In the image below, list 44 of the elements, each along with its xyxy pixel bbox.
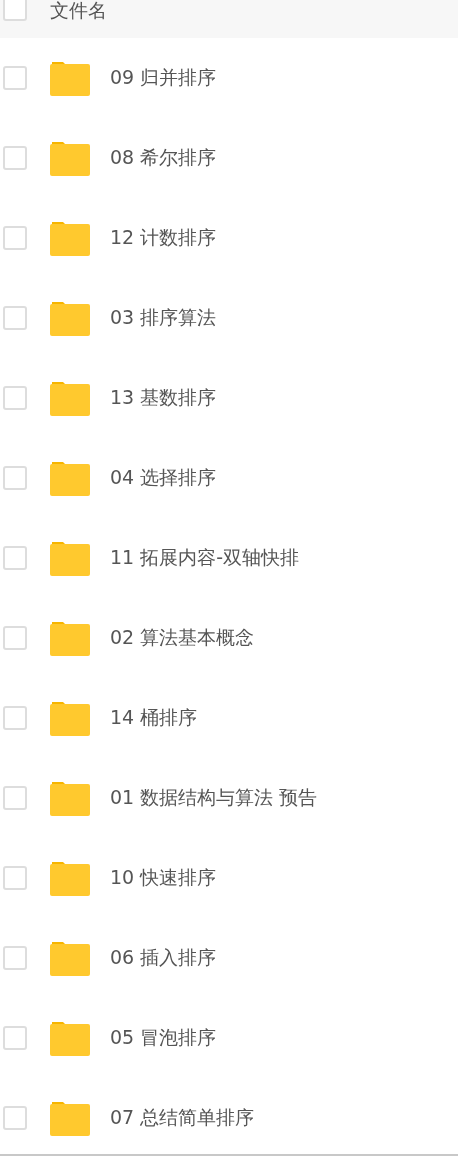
row-checkbox[interactable]	[3, 626, 27, 650]
folder-name[interactable]: 13 基数排序	[110, 385, 217, 411]
folder-icon	[50, 940, 90, 976]
folder-name[interactable]: 09 归并排序	[110, 65, 217, 91]
folder-name[interactable]: 01 数据结构与算法 预告	[110, 785, 318, 811]
folder-icon	[50, 300, 90, 336]
row-checkbox[interactable]	[3, 146, 27, 170]
folder-name[interactable]: 08 希尔排序	[110, 145, 217, 171]
folder-icon	[50, 620, 90, 656]
column-heading: 文件名	[50, 0, 107, 22]
folder-icon	[50, 1020, 90, 1056]
folder-icon	[50, 1100, 90, 1136]
row-checkbox[interactable]	[3, 546, 27, 570]
folder-name[interactable]: 14 桶排序	[110, 705, 198, 731]
folder-name[interactable]: 11 拓展内容-双轴快排	[110, 545, 300, 571]
folder-name[interactable]: 06 插入排序	[110, 945, 217, 971]
row-checkbox[interactable]	[3, 866, 27, 890]
row-checkbox[interactable]	[3, 1106, 27, 1130]
folder-icon	[50, 540, 90, 576]
folder-name[interactable]: 07 总结简单排序	[110, 1105, 255, 1131]
row-checkbox[interactable]	[3, 786, 27, 810]
row-checkbox[interactable]	[3, 946, 27, 970]
row-checkbox[interactable]	[3, 386, 27, 410]
folder-name[interactable]: 02 算法基本概念	[110, 625, 255, 651]
folder-icon	[50, 380, 90, 416]
folder-icon	[50, 220, 90, 256]
folder-name[interactable]: 12 计数排序	[110, 225, 217, 251]
row-checkbox[interactable]	[3, 1026, 27, 1050]
row-checkbox[interactable]	[3, 66, 27, 90]
folder-icon	[50, 700, 90, 736]
row-checkbox[interactable]	[3, 706, 27, 730]
row-checkbox[interactable]	[3, 306, 27, 330]
folder-name[interactable]: 10 快速排序	[110, 865, 217, 891]
folder-icon	[50, 780, 90, 816]
row-checkbox[interactable]	[3, 466, 27, 490]
folder-icon	[50, 140, 90, 176]
folder-name[interactable]: 03 排序算法	[110, 305, 217, 331]
folder-name[interactable]: 04 选择排序	[110, 465, 217, 491]
folder-name[interactable]: 05 冒泡排序	[110, 1025, 217, 1051]
select-all-checkbox[interactable]	[3, 0, 27, 21]
folder-icon	[50, 60, 90, 96]
folder-icon	[50, 860, 90, 896]
folder-icon	[50, 460, 90, 496]
row-checkbox[interactable]	[3, 226, 27, 250]
